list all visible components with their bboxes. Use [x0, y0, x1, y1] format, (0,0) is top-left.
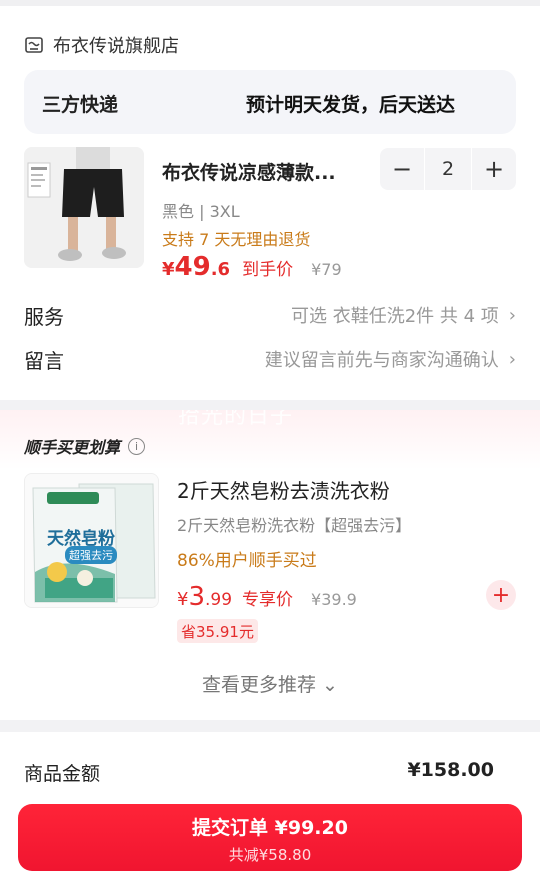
- product-price: ¥ 49 .6 到手价 ¥79: [162, 252, 342, 282]
- chevron-right-icon: ›: [508, 304, 516, 326]
- rec-price-currency: ¥: [177, 589, 189, 610]
- price-decimal: .6: [210, 259, 231, 280]
- product-title[interactable]: 布衣传说凉感薄款...: [162, 158, 362, 185]
- store-header[interactable]: 布衣传说旗舰店: [24, 32, 179, 58]
- order-card: 布衣传说旗舰店 三方快递 预计明天发货，后天送达 布衣传说凉感薄款... 黑色 …: [0, 6, 540, 400]
- decrease-button[interactable]: −: [380, 148, 424, 190]
- store-name: 布衣传说旗舰店: [53, 36, 179, 57]
- rec-price-decimal: .99: [205, 590, 233, 610]
- rec-price-label: 专享价: [242, 590, 294, 610]
- watermark: 拾光的日子: [178, 410, 294, 429]
- return-policy: 支持 7 天无理由退货: [162, 230, 311, 249]
- add-to-order-button[interactable]: +: [486, 580, 516, 610]
- message-row[interactable]: 留言 建议留言前先与商家沟通确认 ›: [24, 342, 516, 376]
- recommend-image[interactable]: 天然皂粉 超强去污: [24, 473, 159, 608]
- message-label: 留言: [24, 348, 64, 373]
- subtotal-value: ¥158.00: [407, 759, 494, 781]
- increase-button[interactable]: +: [472, 148, 516, 190]
- discount-label: 共减¥58.80: [228, 846, 312, 864]
- product-image[interactable]: [24, 147, 144, 268]
- service-label: 服务: [24, 304, 64, 329]
- shipping-type: 三方快递: [42, 94, 119, 116]
- more-recommend-link[interactable]: 查看更多推荐 ⌄: [0, 670, 540, 697]
- recommend-item-title[interactable]: 2斤天然皂粉去渍洗衣粉: [177, 475, 390, 504]
- recommend-buyers: 86%用户顺手买过: [177, 551, 317, 571]
- subtotal-label: 商品金额: [24, 763, 101, 785]
- price-currency: ¥: [162, 259, 175, 280]
- quantity-stepper: − 2 +: [380, 148, 516, 190]
- rec-price-integer: 3: [188, 582, 205, 612]
- quantity-value[interactable]: 2: [425, 148, 471, 190]
- rec-original-price: ¥39.9: [311, 590, 357, 609]
- shorts-photo: [24, 147, 144, 268]
- recommend-title: 顺手买更划算: [24, 438, 121, 457]
- chevron-right-icon: ›: [508, 348, 516, 370]
- package-label-2: 超强去污: [65, 546, 117, 564]
- shipping-box[interactable]: 三方快递 预计明天发货，后天送达: [24, 70, 516, 134]
- service-value: 可选 衣鞋任洗2件 共 4 项: [291, 306, 499, 327]
- recommend-card: 拾光的日子 顺手买更划算 i 天然皂粉 超强去污 2斤天然皂粉去渍洗衣粉 2斤天…: [0, 410, 540, 720]
- price-label: 到手价: [242, 260, 294, 280]
- submit-order-button[interactable]: 提交订单 ¥99.20 共减¥58.80: [18, 804, 522, 871]
- submit-label: 提交订单 ¥99.20: [192, 817, 348, 839]
- save-badge: 省35.91元: [177, 619, 258, 643]
- original-price: ¥79: [311, 260, 342, 279]
- shipping-eta: 预计明天发货，后天送达: [246, 94, 456, 116]
- store-icon: [25, 37, 43, 53]
- product-spec[interactable]: 黑色 | 3XL: [162, 198, 240, 222]
- recommend-item-subtitle: 2斤天然皂粉洗衣粉【超强去污】: [177, 516, 412, 535]
- info-icon[interactable]: i: [128, 437, 146, 455]
- price-integer: 49: [174, 252, 211, 282]
- service-row[interactable]: 服务 可选 衣鞋任洗2件 共 4 项 ›: [24, 298, 516, 332]
- recommend-header: 顺手买更划算 i: [24, 434, 146, 458]
- recommend-price: ¥ 3 .99 专享价 ¥39.9: [177, 582, 357, 612]
- message-input[interactable]: 建议留言前先与商家沟通确认: [104, 346, 499, 372]
